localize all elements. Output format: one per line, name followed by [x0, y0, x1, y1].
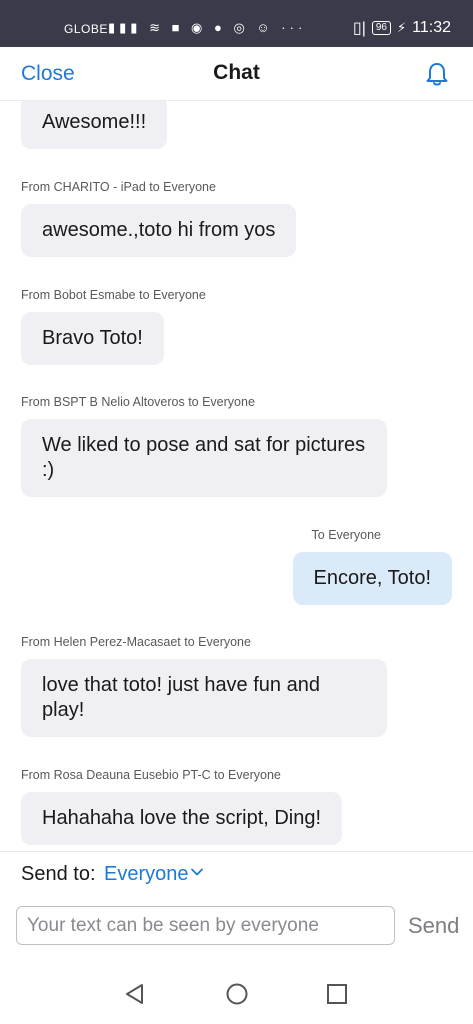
clock: 11:32: [412, 19, 451, 36]
message-sender: From Helen Perez-Macasaet to Everyone: [21, 635, 251, 649]
message-bubble: Hahahaha love the script, Ding!: [21, 792, 343, 845]
chevron-down-icon[interactable]: [190, 865, 204, 879]
send-to-label: Send to:: [21, 863, 96, 885]
message-sender: From CHARITO - iPad to Everyone: [21, 180, 216, 194]
carrier-label: GLOBE: [64, 22, 108, 36]
chat-message-list[interactable]: Awesome!!! From CHARITO - iPad to Everyo…: [0, 101, 473, 851]
status-right: ▯| 96 ⚡ 11:32: [353, 18, 451, 38]
recipient-dropdown[interactable]: Everyone: [104, 863, 189, 886]
chat-header: Close Chat: [0, 47, 473, 101]
message-bubble: Bravo Toto!: [21, 312, 164, 365]
message-bubble: Awesome!!!: [21, 101, 168, 149]
recents-square-icon[interactable]: [324, 981, 350, 1007]
battery-icon: 96: [371, 21, 391, 35]
home-circle-icon[interactable]: [224, 981, 250, 1007]
message-bubble: love that toto! just have fun and play!: [21, 659, 387, 737]
message-bubble: awesome.,toto hi from yos: [21, 204, 297, 257]
message-recipient: To Everyone: [311, 528, 381, 542]
message-sender: From BSPT B Nelio Altoveros to Everyone: [21, 395, 255, 409]
message-sender: From Rosa Deauna Eusebio PT-C to Everyon…: [21, 768, 281, 782]
compose-area: Send to: Everyone Send: [0, 851, 473, 961]
bell-icon[interactable]: [423, 60, 451, 88]
back-triangle-icon[interactable]: [122, 981, 148, 1007]
message-bubble: We liked to pose and sat for pictures :): [21, 419, 387, 497]
charging-icon: ⚡: [397, 20, 407, 35]
message-input[interactable]: [16, 906, 395, 945]
status-bar: GLOBE ▮▮▮ ≋ ■ ◉ ● ◎ ☺ ··· ▯| 96 ⚡ 11:32: [0, 0, 473, 47]
system-nav-bar: [0, 961, 473, 1024]
vibrate-icon: ▯|: [352, 20, 366, 37]
my-message-bubble: Encore, Toto!: [292, 552, 452, 605]
status-icons: ▮▮▮ ≋ ■ ◉ ● ◎ ☺ ···: [108, 20, 307, 35]
message-sender: From Bobot Esmabe to Everyone: [21, 288, 206, 302]
page-title: Chat: [213, 61, 260, 84]
send-button[interactable]: Send: [408, 913, 459, 939]
